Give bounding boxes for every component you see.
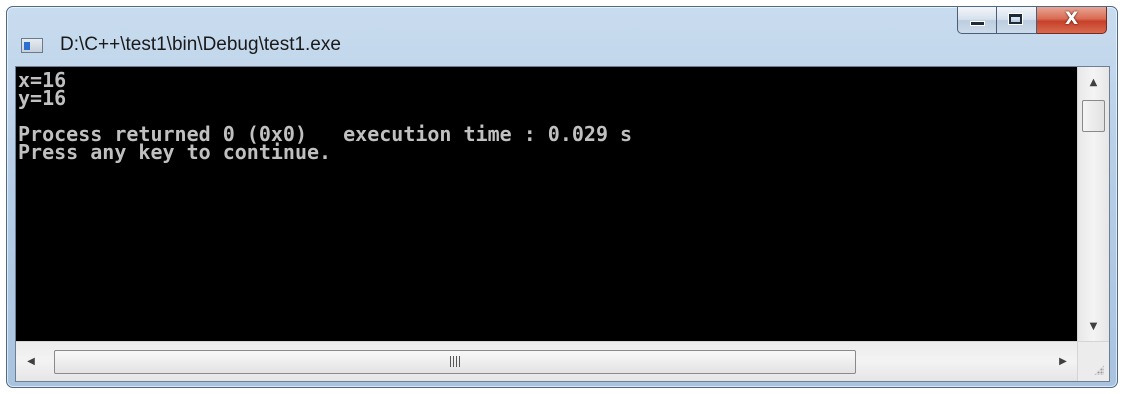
- close-icon: X: [1064, 9, 1079, 29]
- scroll-grip-icon: [450, 356, 460, 367]
- horizontal-scroll-thumb[interactable]: [54, 350, 856, 374]
- console-app-icon[interactable]: [21, 38, 43, 53]
- window-title: D:\C++\test1\bin\Debug\test1.exe: [60, 34, 341, 55]
- maximize-icon: [1009, 14, 1022, 24]
- minimize-icon: [971, 22, 984, 25]
- resize-grip[interactable]: [1077, 341, 1109, 381]
- console-line: y=16: [18, 86, 67, 110]
- console-output[interactable]: x=16 y=16 Process returned 0 (0x0) execu…: [16, 67, 1078, 341]
- scroll-down-arrow-icon[interactable]: ▼: [1078, 315, 1109, 339]
- scroll-up-arrow-icon[interactable]: ▲: [1078, 71, 1109, 95]
- vertical-scrollbar[interactable]: ▲ ▼: [1077, 67, 1109, 341]
- console-client-area: x=16 y=16 Process returned 0 (0x0) execu…: [15, 66, 1110, 382]
- minimize-button[interactable]: [957, 7, 997, 34]
- horizontal-scrollbar[interactable]: ◀ ▶: [16, 341, 1078, 381]
- console-window: D:\C++\test1\bin\Debug\test1.exe X x=16 …: [6, 6, 1118, 388]
- title-bar[interactable]: D:\C++\test1\bin\Debug\test1.exe X: [7, 7, 1117, 67]
- scroll-right-arrow-icon[interactable]: ▶: [1048, 342, 1078, 382]
- caption-buttons: X: [957, 7, 1107, 35]
- resize-grip-icon: [1094, 365, 1104, 375]
- close-button[interactable]: X: [1037, 7, 1107, 34]
- maximize-button[interactable]: [997, 7, 1037, 34]
- vertical-scroll-thumb[interactable]: [1082, 100, 1105, 132]
- scroll-left-arrow-icon[interactable]: ◀: [16, 342, 46, 382]
- console-line: x=16: [18, 68, 67, 92]
